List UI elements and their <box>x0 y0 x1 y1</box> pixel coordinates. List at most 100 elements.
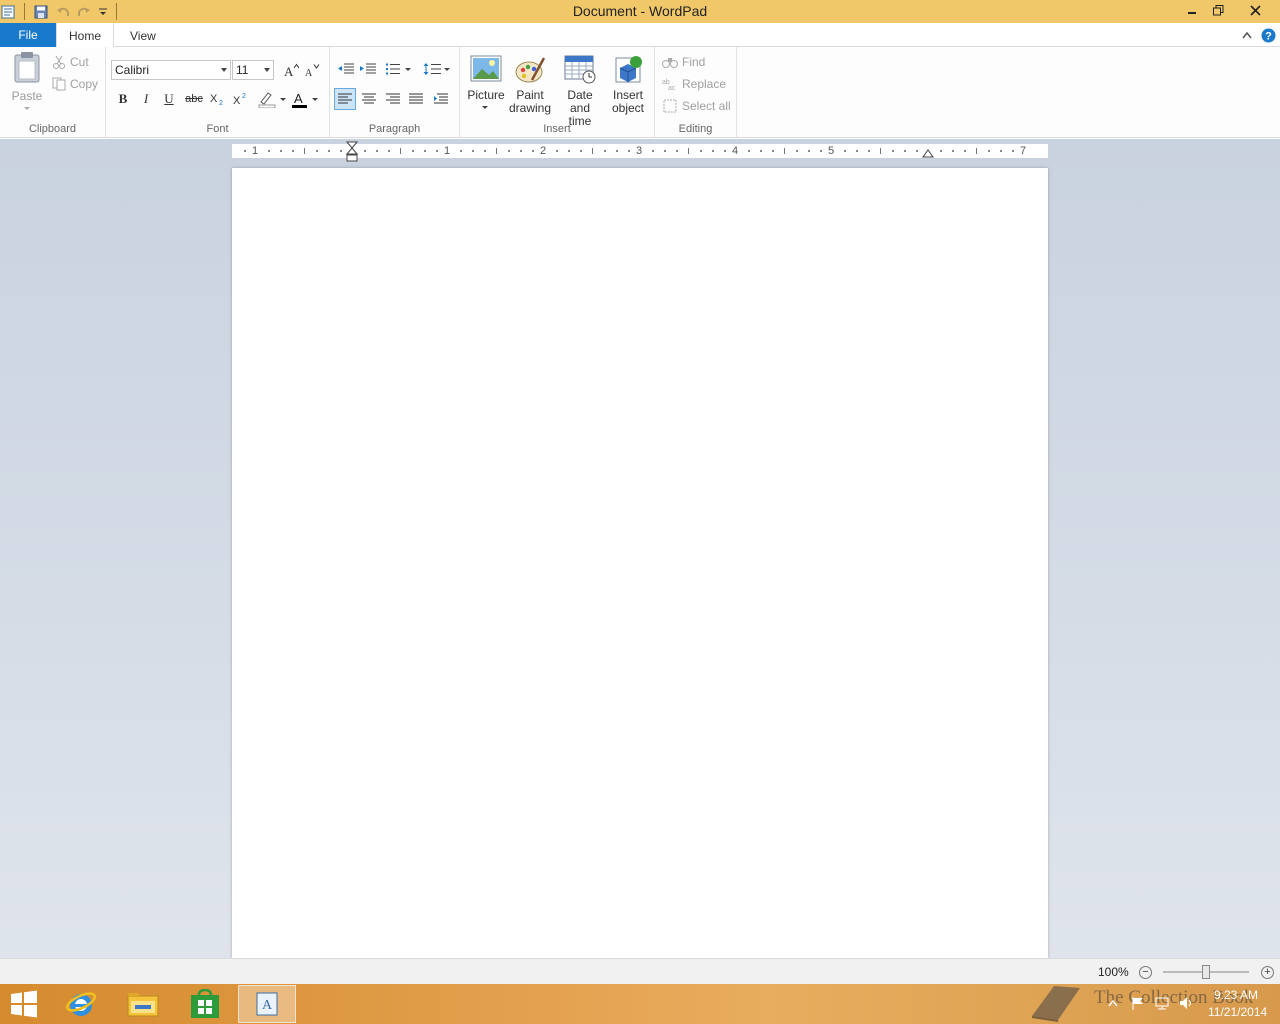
clipboard-group-label: Clipboard <box>28 123 77 135</box>
picture-icon <box>470 55 502 82</box>
superscript-button[interactable]: X2 <box>231 89 251 109</box>
paste-button[interactable]: Paste <box>8 51 46 111</box>
zoom-slider-thumb[interactable] <box>1202 965 1210 979</box>
font-family-combo[interactable]: Calibri <box>111 60 231 80</box>
align-right-button[interactable] <box>382 88 404 110</box>
ruler-tick <box>244 150 246 152</box>
bold-button[interactable]: B <box>114 89 132 109</box>
first-line-indent-marker[interactable] <box>346 141 358 163</box>
font-size-combo[interactable]: 11 <box>232 60 274 80</box>
list-button[interactable] <box>384 59 414 79</box>
calendar-clock-icon <box>564 55 596 84</box>
paragraph-settings-button[interactable] <box>430 88 452 110</box>
strikethrough-button[interactable]: abc <box>183 89 205 109</box>
paste-icon <box>14 52 40 83</box>
ruler-number: 5 <box>828 145 835 157</box>
taskbar-internet-explorer[interactable] <box>52 985 110 1023</box>
align-left-button[interactable] <box>334 88 356 110</box>
cut-button[interactable]: Cut <box>52 53 89 71</box>
ruler-tick <box>340 150 342 152</box>
ruler-tick <box>676 150 678 152</box>
ruler-tick <box>628 150 630 152</box>
ruler-tick <box>328 150 330 152</box>
paint-drawing-label-line2: drawing <box>508 101 552 115</box>
taskbar-file-explorer[interactable] <box>114 985 172 1023</box>
zoom-in-button[interactable]: + <box>1261 966 1274 979</box>
document-workspace: 1 1 2 3 4 5 6 7 <box>0 139 1280 958</box>
clock-time[interactable]: 9:23 AM <box>1214 988 1258 1002</box>
ruler-tick <box>484 150 486 152</box>
highlighter-icon <box>258 92 286 108</box>
minimize-button[interactable] <box>1178 0 1206 20</box>
ribbon-tab-row: File Home View ? <box>0 23 1280 48</box>
align-center-button[interactable] <box>358 88 380 110</box>
tab-view[interactable]: View <box>118 23 168 48</box>
minimize-ribbon-icon[interactable] <box>1239 27 1255 43</box>
folder-icon <box>127 993 159 1017</box>
date-time-button[interactable] <box>560 51 600 87</box>
taskbar-store[interactable] <box>176 985 234 1023</box>
volume-icon[interactable] <box>1179 996 1193 1010</box>
ruler-tick <box>280 150 282 152</box>
ruler-tick <box>616 150 618 152</box>
close-button[interactable] <box>1240 0 1270 20</box>
help-icon[interactable]: ? <box>1260 27 1276 43</box>
ruler-tick <box>652 150 654 152</box>
line-spacing-button[interactable] <box>422 59 452 79</box>
clock-date[interactable]: 11/21/2014 <box>1208 1005 1267 1019</box>
store-icon <box>191 989 219 1018</box>
ruler-tick <box>940 150 942 152</box>
start-button[interactable] <box>0 985 48 1023</box>
ruler-tick <box>508 150 510 152</box>
taskbar-wordpad[interactable]: A <box>238 985 296 1023</box>
find-button[interactable]: Find <box>662 53 705 71</box>
decrease-indent-button[interactable] <box>336 59 356 79</box>
right-indent-marker[interactable] <box>922 149 934 159</box>
select-all-button[interactable]: Select all <box>662 97 731 115</box>
show-hidden-icons[interactable] <box>1106 996 1120 1010</box>
ruler-number: 1 <box>252 145 259 157</box>
action-center-flag-icon[interactable] <box>1131 996 1145 1010</box>
ruler-tick <box>988 150 990 152</box>
svg-text:X: X <box>210 93 218 105</box>
network-icon[interactable] <box>1155 996 1169 1010</box>
font-family-value: Calibri <box>115 63 150 77</box>
tab-file[interactable]: File <box>0 23 56 47</box>
grow-font-button[interactable]: A <box>282 60 300 80</box>
shrink-font-button[interactable]: A <box>303 60 321 80</box>
window-title: Document - WordPad <box>572 3 708 19</box>
document-page[interactable] <box>232 168 1048 958</box>
zoom-out-button[interactable]: − <box>1139 966 1152 979</box>
picture-dropdown-icon[interactable] <box>481 104 489 110</box>
ruler-tick <box>880 148 881 154</box>
paint-drawing-label: Paint drawing <box>506 89 554 115</box>
increase-indent-icon <box>360 63 376 74</box>
ruler-tick <box>856 150 858 152</box>
replace-icon: abac <box>662 79 676 91</box>
select-all-icon <box>663 99 677 113</box>
horizontal-ruler[interactable]: 1 1 2 3 4 5 6 7 <box>232 141 1048 162</box>
ruler-tick <box>904 150 906 152</box>
picture-button[interactable] <box>466 51 506 87</box>
ruler-tick <box>976 148 977 154</box>
underline-button[interactable]: U <box>160 89 178 109</box>
paragraph-group-label: Paragraph <box>368 123 421 135</box>
font-color-button[interactable]: A <box>290 89 320 109</box>
tab-home[interactable]: Home <box>56 23 114 48</box>
restore-button[interactable] <box>1204 0 1232 20</box>
ruler-tick <box>496 148 497 154</box>
highlight-color-button[interactable] <box>256 89 288 109</box>
insert-object-button[interactable] <box>608 51 648 87</box>
ruler-tick <box>520 150 522 152</box>
replace-button[interactable]: ab ac Replace <box>662 75 726 93</box>
line-spacing-icon <box>423 63 450 75</box>
subscript-button[interactable]: X2 <box>208 89 228 109</box>
increase-indent-button[interactable] <box>358 59 378 79</box>
copy-button[interactable]: Copy <box>52 75 98 93</box>
replace-label: Replace <box>682 77 727 91</box>
ruler-tick <box>664 150 666 152</box>
superscript-icon: X2 <box>233 93 246 106</box>
paint-drawing-button[interactable] <box>510 51 550 87</box>
justify-button[interactable] <box>405 88 427 110</box>
italic-button[interactable]: I <box>137 89 155 109</box>
